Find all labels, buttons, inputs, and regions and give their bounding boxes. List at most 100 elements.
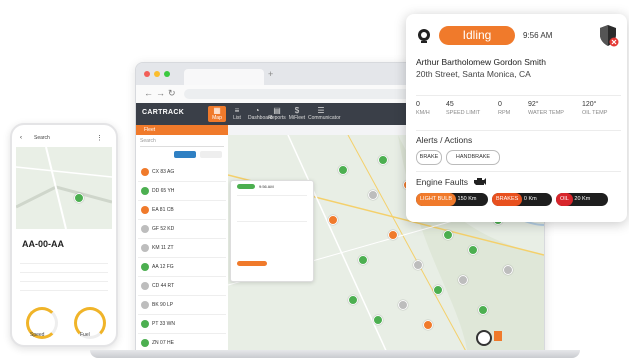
telemetry-stats: 0 KM/H 45 SPEED LIMIT 0 RPM 92° WATER TEMP 1…: [416, 95, 621, 124]
fleet-tab[interactable]: Fleet: [144, 127, 155, 133]
vehicle-map-marker[interactable]: [358, 255, 368, 265]
phone-map-roads-icon: [15, 146, 113, 230]
phone-search[interactable]: Search: [34, 135, 50, 141]
stat-oil-temp: 120° OIL TEMP: [582, 101, 608, 116]
mini-fault-pill: [237, 261, 267, 266]
forward-arrow-icon[interactable]: →: [156, 88, 165, 98]
alerts-title: Alerts / Actions: [416, 135, 473, 145]
new-tab-icon[interactable]: +: [268, 69, 273, 79]
nav-map[interactable]: ▦ Map: [208, 106, 226, 122]
vehicle-map-marker[interactable]: [458, 275, 468, 285]
vehicle-status-icon: [141, 320, 149, 328]
vehicle-map-marker[interactable]: [388, 230, 398, 240]
map-zoom-control[interactable]: [494, 331, 502, 341]
alert-chip-brake[interactable]: BRAKE: [416, 150, 442, 165]
fault-value: 0 Km: [523, 196, 537, 202]
nav-reports[interactable]: ▤ Reports: [268, 106, 286, 122]
window-close-dot[interactable]: [144, 71, 150, 77]
vehicle-map-marker[interactable]: [398, 300, 408, 310]
vehicle-list-item[interactable]: CD 44 RT: [138, 279, 226, 296]
vehicle-list-item[interactable]: GF 52 KD: [138, 222, 226, 239]
phone-fuel-gauge: [74, 307, 106, 339]
vehicle-plate: CD 44 RT: [152, 283, 175, 289]
vehicle-plate: ZN 07 HE: [152, 340, 174, 346]
vehicle-search-input[interactable]: Search: [140, 138, 224, 147]
stat-water-temp: 92° WATER TEMP: [528, 101, 564, 116]
vehicle-map-marker[interactable]: [413, 260, 423, 270]
fault-value: 20 Km: [574, 196, 591, 202]
phone-menu-icon[interactable]: ⋮: [96, 134, 103, 142]
vehicle-plate: KM 11 ZT: [152, 245, 174, 251]
vehicle-map-marker[interactable]: [378, 155, 388, 165]
phone-map[interactable]: [15, 146, 113, 230]
vehicle-list-item[interactable]: KM 11 ZT: [138, 241, 226, 258]
camera-icon[interactable]: [416, 28, 432, 44]
shield-alert-icon[interactable]: [599, 24, 619, 48]
section-divider: [416, 171, 621, 172]
vehicle-list-item[interactable]: AA 12 FG: [138, 260, 226, 277]
vehicle-map-marker[interactable]: [348, 295, 358, 305]
fault-oil[interactable]: OIL 20 Km: [556, 193, 608, 206]
vehicle-map-marker[interactable]: [443, 230, 453, 240]
stat-speed: 0 KM/H: [416, 101, 430, 116]
driver-name: Arthur Bartholomew Gordon Smith: [416, 57, 546, 67]
vehicle-list-item[interactable]: CX 83 AG: [138, 165, 226, 182]
vehicle-map-marker[interactable]: [503, 265, 513, 275]
nav-communicator[interactable]: ☰ Communicator: [308, 106, 341, 122]
vehicle-list-item[interactable]: PT 33 WN: [138, 317, 226, 334]
browser-tab[interactable]: [184, 69, 264, 85]
vehicle-map-marker[interactable]: [373, 315, 383, 325]
vehicle-map-marker[interactable]: [433, 285, 443, 295]
vehicle-list-item[interactable]: EA 81 CB: [138, 203, 226, 220]
vehicle-map-marker[interactable]: [368, 190, 378, 200]
vehicle-status-icon: [141, 282, 149, 290]
status-pill: Idling: [439, 26, 515, 45]
phone-details-lines: [20, 257, 108, 297]
fault-light-bulb[interactable]: LIGHT BULB 150 Km: [416, 193, 488, 206]
mini-status-pill: [237, 184, 255, 189]
alert-chip-handbrake[interactable]: HANDBRAKE: [446, 150, 500, 165]
fault-brakes[interactable]: BRAKES 0 Km: [492, 193, 552, 206]
vehicle-plate: GF 52 KD: [152, 226, 175, 232]
vehicle-plate: PT 33 WN: [152, 321, 175, 327]
vehicle-list-item[interactable]: BK 90 LP: [138, 298, 226, 315]
phone-vehicle-marker[interactable]: [74, 193, 84, 203]
vehicle-plate: CX 83 AG: [152, 169, 175, 175]
nav-list[interactable]: ≡ List: [228, 106, 246, 122]
vehicle-map-marker[interactable]: [423, 320, 433, 330]
vehicle-status-icon: [141, 187, 149, 195]
map-mini-info-popup[interactable]: 9:56 AM: [230, 180, 314, 282]
vehicle-status-icon: [141, 339, 149, 347]
phone-back-icon[interactable]: ‹: [20, 135, 22, 141]
vehicle-map-marker[interactable]: [338, 165, 348, 175]
vehicle-plate: AA 12 FG: [152, 264, 174, 270]
back-arrow-icon[interactable]: ←: [144, 88, 153, 98]
vehicle-plate: DD 65 YH: [152, 188, 175, 194]
brand-logo: CARTRACK: [142, 109, 185, 116]
vehicle-plate: EA 81 CB: [152, 207, 174, 213]
map-locate-icon[interactable]: [476, 330, 492, 346]
compact-view-button[interactable]: [174, 151, 196, 158]
window-maximize-dot[interactable]: [164, 71, 170, 77]
laptop-base: [90, 350, 580, 358]
fleet-bar: Fleet: [136, 125, 228, 135]
mini-divider: [237, 195, 307, 196]
stat-speed-limit: 45 SPEED LIMIT: [446, 101, 481, 116]
vehicle-plate: BK 90 LP: [152, 302, 174, 308]
reload-icon[interactable]: ↻: [168, 88, 176, 99]
vehicle-map-marker[interactable]: [328, 215, 338, 225]
settings-button[interactable]: [200, 151, 222, 158]
map-icon: ▦: [213, 106, 221, 115]
window-minimize-dot[interactable]: [154, 71, 160, 77]
fault-label: LIGHT BULB: [416, 193, 456, 206]
nav-mifleet[interactable]: $ MiFleet: [288, 106, 306, 122]
vehicle-list-item[interactable]: DD 65 YH: [138, 184, 226, 201]
phone-plate: AA-00-AA: [22, 239, 65, 249]
vehicle-map-marker[interactable]: [478, 305, 488, 315]
mifleet-icon: $: [294, 106, 300, 115]
nav-dashboard[interactable]: ◔ Dashboard: [248, 106, 272, 122]
mini-status-time: 9:56 AM: [259, 184, 274, 189]
phone-fuel-label: Fuel: [80, 332, 90, 338]
vehicle-map-marker[interactable]: [468, 245, 478, 255]
engine-icon: [474, 178, 486, 185]
